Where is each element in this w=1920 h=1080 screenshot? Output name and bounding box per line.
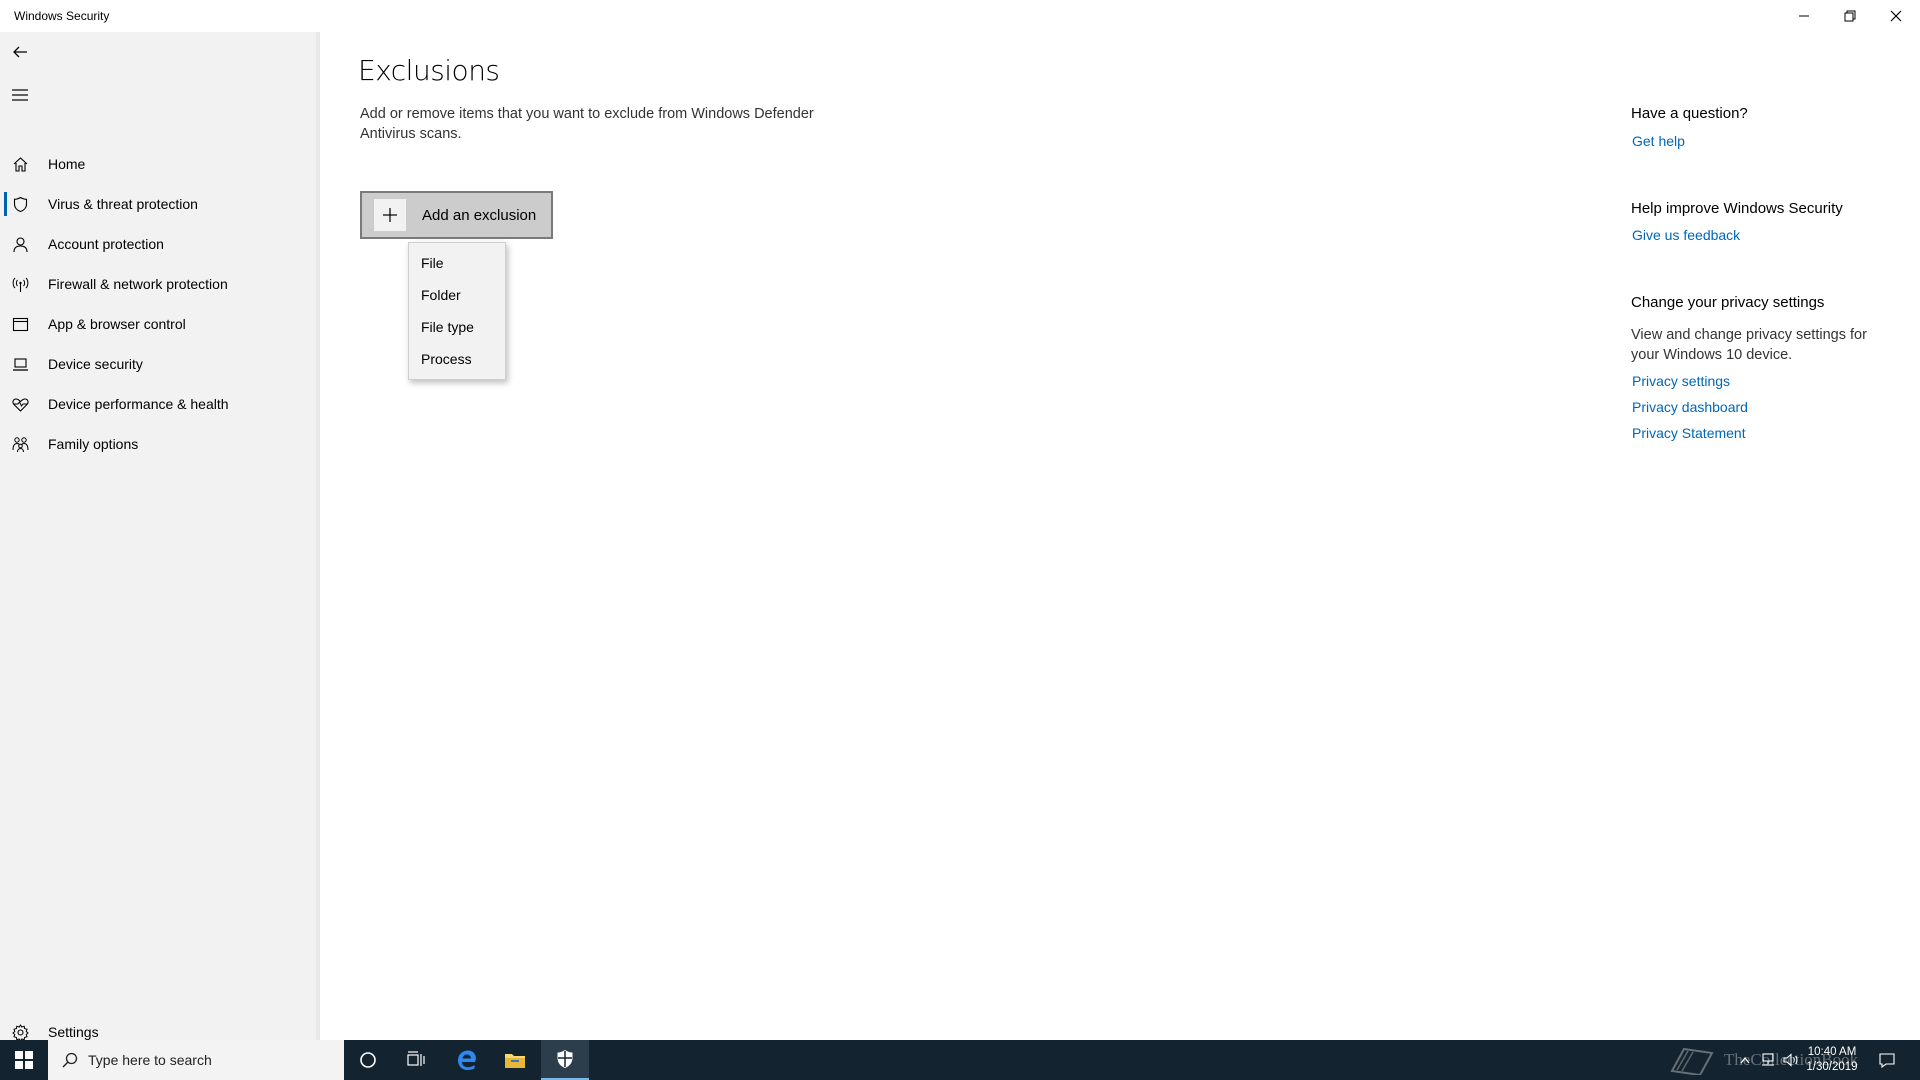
chevron-up-icon: [1740, 1057, 1750, 1064]
edge-taskbar-button[interactable]: [443, 1040, 491, 1080]
sidebar-item-virus-threat-protection[interactable]: Virus & threat protection: [0, 184, 316, 224]
privacy-statement-link[interactable]: Privacy Statement: [1632, 425, 1746, 441]
cortana-icon: [360, 1052, 376, 1068]
family-icon: [12, 436, 29, 453]
menu-button[interactable]: [8, 83, 32, 107]
laptop-icon: [12, 356, 29, 373]
minimize-icon: [1799, 15, 1809, 17]
home-icon: [12, 156, 29, 173]
taskbar-clock[interactable]: 10:40 AM 1/30/2019: [1797, 1045, 1867, 1075]
window-title: Windows Security: [14, 9, 110, 23]
sidebar: Home Virus & threat protection Account p…: [0, 32, 320, 1041]
sidebar-item-account-protection[interactable]: Account protection: [0, 224, 316, 264]
sidebar-item-label: Family options: [48, 436, 139, 452]
exclusion-type-menu: File Folder File type Process: [408, 242, 506, 380]
sidebar-nav: Home Virus & threat protection Account p…: [0, 144, 316, 464]
network-icon: [1762, 1053, 1774, 1066]
task-view-button[interactable]: [392, 1040, 440, 1080]
sidebar-item-label: Device performance & health: [48, 396, 229, 412]
feedback-link[interactable]: Give us feedback: [1632, 227, 1740, 243]
sidebar-item-label: Account protection: [48, 236, 164, 252]
book-logo-icon: [1670, 1047, 1714, 1075]
add-exclusion-label: Add an exclusion: [422, 207, 537, 224]
restore-icon: [1844, 10, 1856, 22]
file-explorer-icon: [505, 1054, 525, 1068]
sidebar-item-device-performance-health[interactable]: Device performance & health: [0, 384, 316, 424]
sidebar-item-label: Firewall & network protection: [48, 276, 228, 292]
cortana-button[interactable]: [344, 1040, 392, 1080]
start-button[interactable]: [0, 1040, 48, 1080]
page-description: Add or remove items that you want to exc…: [360, 106, 814, 142]
antenna-icon: [12, 276, 29, 293]
minimize-button[interactable]: [1781, 0, 1827, 32]
sidebar-item-label: Device security: [48, 356, 143, 372]
sidebar-item-label: App & browser control: [48, 316, 186, 332]
hamburger-menu-icon: [12, 89, 28, 101]
close-icon: [1890, 10, 1902, 22]
gear-icon: [12, 1024, 29, 1041]
title-bar: Windows Security: [0, 0, 1920, 32]
action-center-button[interactable]: [1872, 1040, 1902, 1080]
taskbar-search-box[interactable]: Type here to search: [48, 1040, 344, 1080]
shield-icon: [12, 196, 29, 213]
improve-heading: Help improve Windows Security: [1631, 200, 1843, 217]
edge-icon: [458, 1050, 476, 1070]
person-icon: [12, 236, 29, 253]
windows-security-taskbar-button[interactable]: [541, 1040, 589, 1080]
clock-date: 1/30/2019: [1806, 1061, 1858, 1073]
windows-logo-icon: [15, 1051, 33, 1069]
windows-security-icon: [557, 1050, 573, 1068]
sidebar-item-firewall-network-protection[interactable]: Firewall & network protection: [0, 264, 316, 304]
get-help-link[interactable]: Get help: [1632, 133, 1685, 149]
search-placeholder: Type here to search: [88, 1052, 212, 1068]
taskbar: Type here to search TheCollectionBook 10…: [0, 1040, 1920, 1080]
network-tray-button[interactable]: [1757, 1040, 1779, 1080]
heart-pulse-icon: [12, 396, 29, 413]
sidebar-item-device-security[interactable]: Device security: [0, 344, 316, 384]
menu-item-folder[interactable]: Folder: [409, 279, 505, 311]
back-button[interactable]: [8, 40, 32, 64]
menu-item-process[interactable]: Process: [409, 343, 505, 375]
sidebar-item-home[interactable]: Home: [0, 144, 316, 184]
close-button[interactable]: [1873, 0, 1919, 32]
menu-item-file-type[interactable]: File type: [409, 311, 505, 343]
privacy-description: View and change privacy settings for you…: [1631, 327, 1867, 363]
app-window-icon: [12, 316, 29, 333]
task-view-icon: [407, 1051, 425, 1066]
sidebar-item-label: Home: [48, 156, 86, 172]
add-exclusion-button[interactable]: Add an exclusion: [360, 191, 553, 239]
menu-item-file[interactable]: File: [409, 247, 505, 279]
privacy-dashboard-link[interactable]: Privacy dashboard: [1632, 399, 1748, 415]
sidebar-item-label: Settings: [48, 1024, 99, 1040]
sidebar-item-label: Virus & threat protection: [48, 196, 198, 212]
search-icon: [62, 1052, 78, 1068]
plus-icon: [374, 199, 406, 231]
sidebar-item-app-browser-control[interactable]: App & browser control: [0, 304, 316, 344]
file-explorer-button[interactable]: [491, 1040, 539, 1080]
privacy-settings-link[interactable]: Privacy settings: [1632, 373, 1730, 389]
tray-overflow-button[interactable]: [1735, 1040, 1755, 1080]
question-heading: Have a question?: [1631, 105, 1748, 122]
back-arrow-icon: [13, 46, 27, 58]
page-title: Exclusions: [358, 54, 500, 87]
restore-button[interactable]: [1827, 0, 1873, 32]
notification-icon: [1879, 1052, 1895, 1068]
clock-time: 10:40 AM: [1807, 1046, 1857, 1058]
sidebar-item-family-options[interactable]: Family options: [0, 424, 316, 464]
privacy-heading: Change your privacy settings: [1631, 294, 1825, 311]
